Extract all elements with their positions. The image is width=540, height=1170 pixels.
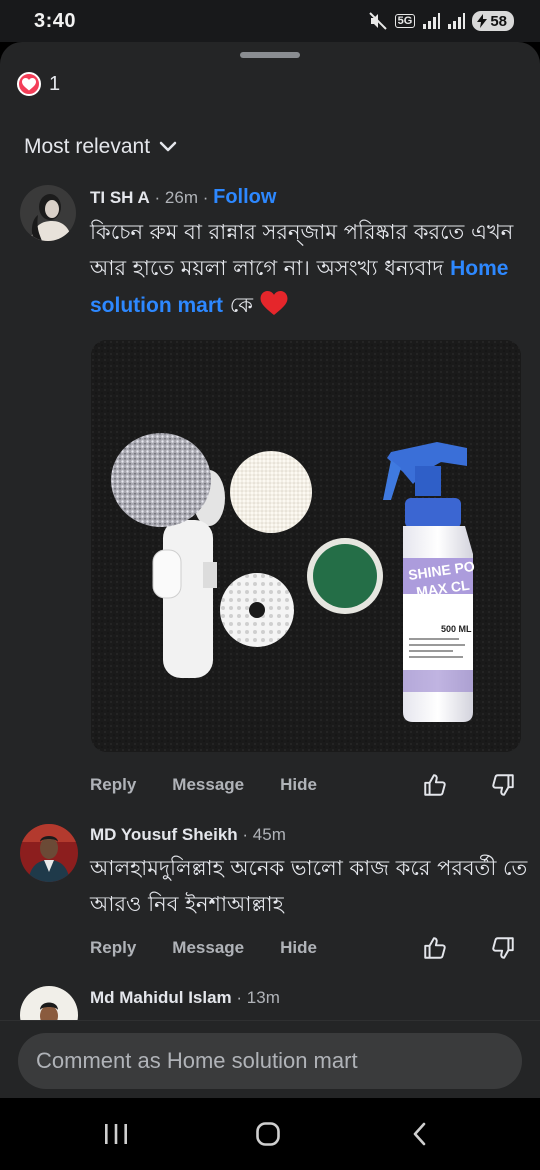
comment-input[interactable]: Comment as Home solution mart <box>18 1033 522 1089</box>
reply-button[interactable]: Reply <box>90 775 136 795</box>
comment-time: · 13m <box>231 988 280 1007</box>
chevron-down-icon <box>159 141 177 152</box>
status-icons: 5G 58 <box>368 9 514 33</box>
battery-indicator: 58 <box>472 11 514 31</box>
comment-actions: Reply Message Hide <box>90 935 516 961</box>
avatar[interactable] <box>20 824 78 882</box>
thumbs-down-icon[interactable] <box>490 772 516 798</box>
back-icon <box>413 1122 426 1146</box>
comment-text-part: কে <box>223 293 253 317</box>
signal-icon-2 <box>448 13 466 29</box>
charging-icon <box>477 14 488 28</box>
bottle-volume: 500 ML <box>441 624 472 634</box>
comment-actions: Reply Message Hide <box>90 772 516 798</box>
recent-apps-button[interactable] <box>96 1118 136 1150</box>
follow-button[interactable]: Follow <box>213 186 276 209</box>
comments-sheet: 1 Most relevant TI SH A · 26m · Follow ক… <box>0 42 540 1098</box>
heart-icon <box>17 72 41 96</box>
comment-header: Md Mahidul Islam · 13m <box>90 988 280 1008</box>
vote-buttons <box>422 935 516 961</box>
home-button[interactable] <box>248 1118 288 1150</box>
thumbs-up-icon[interactable] <box>422 935 448 961</box>
battery-level: 58 <box>490 12 507 30</box>
comment-time: · 26m · <box>149 188 214 207</box>
thumbs-down-icon[interactable] <box>490 935 516 961</box>
sort-dropdown[interactable]: Most relevant <box>24 135 178 159</box>
reaction-summary[interactable]: 1 <box>17 72 60 96</box>
status-time: 3:40 <box>34 10 77 32</box>
hide-button[interactable]: Hide <box>280 775 317 795</box>
home-icon <box>256 1122 280 1146</box>
mute-icon <box>368 12 387 30</box>
comment-time: · 45m <box>237 825 286 844</box>
sort-label: Most relevant <box>24 135 151 158</box>
message-button[interactable]: Message <box>172 938 244 958</box>
back-button[interactable] <box>400 1118 440 1150</box>
comment-photo[interactable]: SHINE PO MAX CL 500 ML <box>91 340 521 752</box>
comment-composer: Comment as Home solution mart <box>0 1020 540 1098</box>
status-bar: 3:40 5G 58 <box>0 0 540 42</box>
hide-button[interactable]: Hide <box>280 938 317 958</box>
drag-handle[interactable] <box>240 52 300 58</box>
vote-buttons <box>422 772 516 798</box>
red-heart-icon <box>260 291 288 316</box>
comment-author[interactable]: TI SH A <box>90 188 150 208</box>
reply-button[interactable]: Reply <box>90 938 136 958</box>
network-badge: 5G <box>394 14 416 28</box>
system-nav-bar <box>0 1098 540 1170</box>
comment-header: MD Yousuf Sheikh · 45m <box>90 825 286 845</box>
comment-text: আলহামদুলিল্লাহ অনেক ভালো কাজ করে পরবর্তী… <box>90 856 528 916</box>
comment-text: কিচেন রুম বা রান্নার সরন্জাম পরিষ্কার কর… <box>90 214 530 324</box>
reaction-count: 1 <box>49 72 61 95</box>
comment-author[interactable]: MD Yousuf Sheikh <box>90 825 238 845</box>
comment-header: TI SH A · 26m · Follow <box>90 186 276 209</box>
thumbs-up-icon[interactable] <box>422 772 448 798</box>
recent-apps-icon <box>105 1124 127 1144</box>
comment-author[interactable]: Md Mahidul Islam <box>90 988 232 1008</box>
signal-icon <box>423 13 441 29</box>
avatar[interactable] <box>20 185 76 241</box>
message-button[interactable]: Message <box>172 775 244 795</box>
